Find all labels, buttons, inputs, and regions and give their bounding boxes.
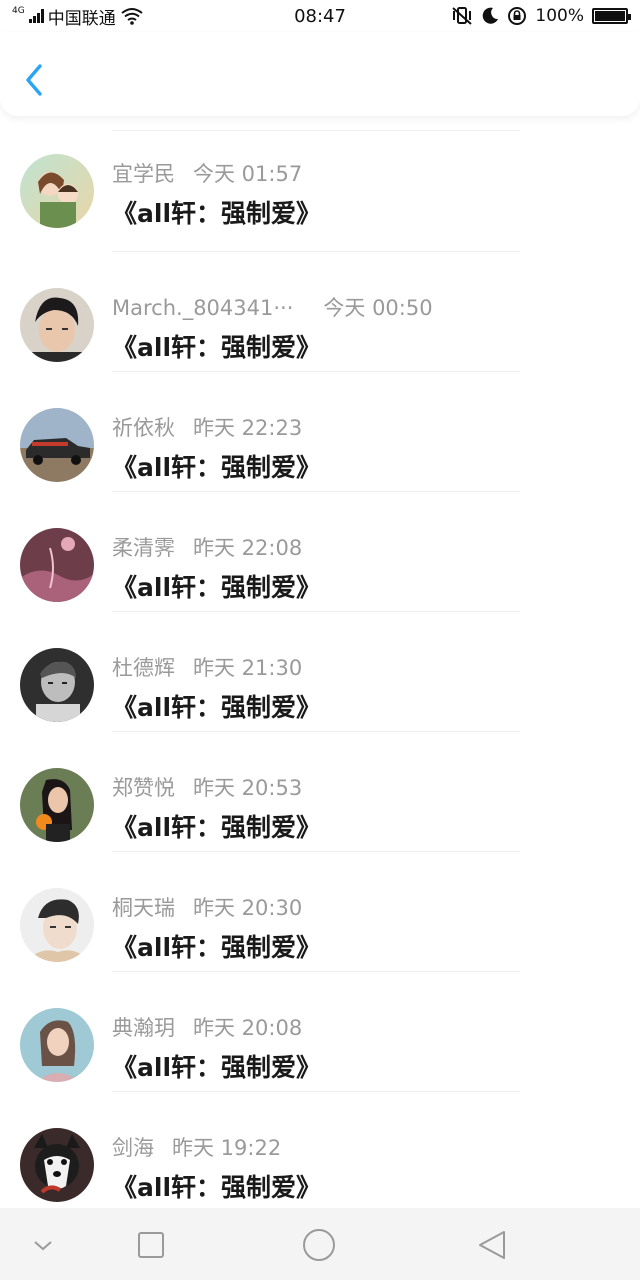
user-name[interactable]: 祈依秋 bbox=[112, 416, 175, 440]
user-name[interactable]: 宜学民 bbox=[112, 162, 175, 186]
timestamp: 昨天 22:23 bbox=[193, 416, 303, 440]
vibrate-off-icon bbox=[452, 7, 473, 25]
avatar[interactable] bbox=[20, 288, 94, 362]
hide-nav-button[interactable] bbox=[26, 1228, 60, 1262]
top-header bbox=[0, 32, 640, 116]
moon-icon bbox=[483, 7, 499, 24]
user-name[interactable]: 郑赞悦 bbox=[112, 776, 175, 800]
book-title: 《all轩：强制爱》 bbox=[112, 1173, 322, 1202]
signal-icon bbox=[28, 9, 44, 23]
timestamp: 昨天 22:08 bbox=[193, 536, 303, 560]
back-nav-button[interactable] bbox=[474, 1228, 508, 1262]
item-meta: 典瀚玥 昨天 20:08 bbox=[112, 1012, 302, 1042]
list-item[interactable]: 柔清霁 昨天 22:08 《all轩：强制爱》 bbox=[0, 492, 640, 612]
book-title: 《all轩：强制爱》 bbox=[112, 199, 322, 228]
user-name[interactable]: 典瀚玥 bbox=[112, 1016, 175, 1040]
avatar[interactable] bbox=[20, 1008, 94, 1082]
status-left: 4G 中国联通 bbox=[12, 4, 144, 29]
item-meta: 桐天瑞 昨天 20:30 bbox=[112, 892, 302, 922]
list-item[interactable]: 宜学民 今天 01:57 《all轩：强制爱》 bbox=[0, 118, 640, 252]
battery-percent: 100% bbox=[535, 6, 584, 26]
status-right: 100% bbox=[451, 6, 631, 26]
list-item[interactable]: 典瀚玥 昨天 20:08 《all轩：强制爱》 bbox=[0, 972, 640, 1092]
avatar[interactable] bbox=[20, 648, 94, 722]
timestamp: 今天 00:50 bbox=[323, 296, 433, 320]
timestamp: 昨天 20:30 bbox=[193, 896, 303, 920]
timestamp: 今天 01:57 bbox=[193, 162, 303, 186]
avatar[interactable] bbox=[20, 768, 94, 842]
user-name[interactable]: 杜德辉 bbox=[112, 656, 175, 680]
battery-fill bbox=[595, 11, 625, 21]
avatar[interactable] bbox=[20, 1128, 94, 1202]
user-name[interactable]: 剑海 bbox=[112, 1136, 154, 1160]
book-title: 《all轩：强制爱》 bbox=[112, 1053, 322, 1082]
square-recent-icon bbox=[138, 1232, 164, 1258]
item-meta: 郑赞悦 昨天 20:53 bbox=[112, 772, 302, 802]
book-title: 《all轩：强制爱》 bbox=[112, 813, 322, 842]
system-nav-bar bbox=[0, 1208, 640, 1280]
item-meta: 杜德辉 昨天 21:30 bbox=[112, 652, 302, 682]
item-meta: 宜学民 今天 01:57 bbox=[112, 158, 302, 188]
list-item[interactable]: 桐天瑞 昨天 20:30 《all轩：强制爱》 bbox=[0, 852, 640, 972]
avatar[interactable] bbox=[20, 528, 94, 602]
list-item[interactable]: 祈依秋 昨天 22:23 《all轩：强制爱》 bbox=[0, 372, 640, 492]
avatar[interactable] bbox=[20, 154, 94, 228]
timestamp: 昨天 20:53 bbox=[193, 776, 303, 800]
recent-apps-button[interactable] bbox=[134, 1228, 168, 1262]
status-bar: 4G 中国联通 08:47 100% bbox=[0, 0, 640, 32]
book-title: 《all轩：强制爱》 bbox=[112, 933, 322, 962]
battery-icon bbox=[592, 8, 631, 24]
list-item[interactable]: 杜德辉 昨天 21:30 《all轩：强制爱》 bbox=[0, 612, 640, 732]
home-button[interactable] bbox=[302, 1228, 336, 1262]
avatar[interactable] bbox=[20, 408, 94, 482]
network-type: 4G bbox=[12, 5, 25, 16]
book-title: 《all轩：强制爱》 bbox=[112, 573, 322, 602]
chevron-down-icon bbox=[34, 1241, 52, 1251]
carrier-label: 中国联通 bbox=[47, 8, 116, 29]
back-button[interactable] bbox=[20, 60, 50, 100]
item-meta: March._804341··· 今天 00:50 bbox=[112, 292, 433, 322]
book-title: 《all轩：强制爱》 bbox=[112, 453, 322, 482]
user-name[interactable]: 桐天瑞 bbox=[112, 896, 175, 920]
triangle-back-icon bbox=[479, 1231, 505, 1259]
timestamp: 昨天 19:22 bbox=[172, 1136, 282, 1160]
list-item[interactable]: March._804341··· 今天 00:50 《all轩：强制爱》 bbox=[0, 252, 640, 372]
timestamp: 昨天 20:08 bbox=[193, 1016, 303, 1040]
rotation-lock-icon bbox=[508, 7, 527, 25]
wifi-icon bbox=[121, 8, 143, 25]
book-title: 《all轩：强制爱》 bbox=[112, 693, 322, 722]
chevron-left-icon bbox=[26, 64, 42, 96]
avatar[interactable] bbox=[20, 888, 94, 962]
list-item[interactable]: 郑赞悦 昨天 20:53 《all轩：强制爱》 bbox=[0, 732, 640, 852]
user-name[interactable]: March._804341··· bbox=[112, 296, 293, 320]
list-item[interactable]: 剑海 昨天 19:22 《all轩：强制爱》 bbox=[0, 1092, 640, 1212]
timestamp: 昨天 21:30 bbox=[193, 656, 303, 680]
book-title: 《all轩：强制爱》 bbox=[112, 333, 322, 362]
user-name[interactable]: 柔清霁 bbox=[112, 536, 175, 560]
item-meta: 柔清霁 昨天 22:08 bbox=[112, 532, 302, 562]
item-meta: 祈依秋 昨天 22:23 bbox=[112, 412, 302, 442]
item-meta: 剑海 昨天 19:22 bbox=[112, 1132, 281, 1162]
reader-list: 宜学民 今天 01:57 《all轩：强制爱》 March._804341··· 今天 … bbox=[0, 118, 640, 1212]
circle-home-icon bbox=[303, 1229, 335, 1261]
